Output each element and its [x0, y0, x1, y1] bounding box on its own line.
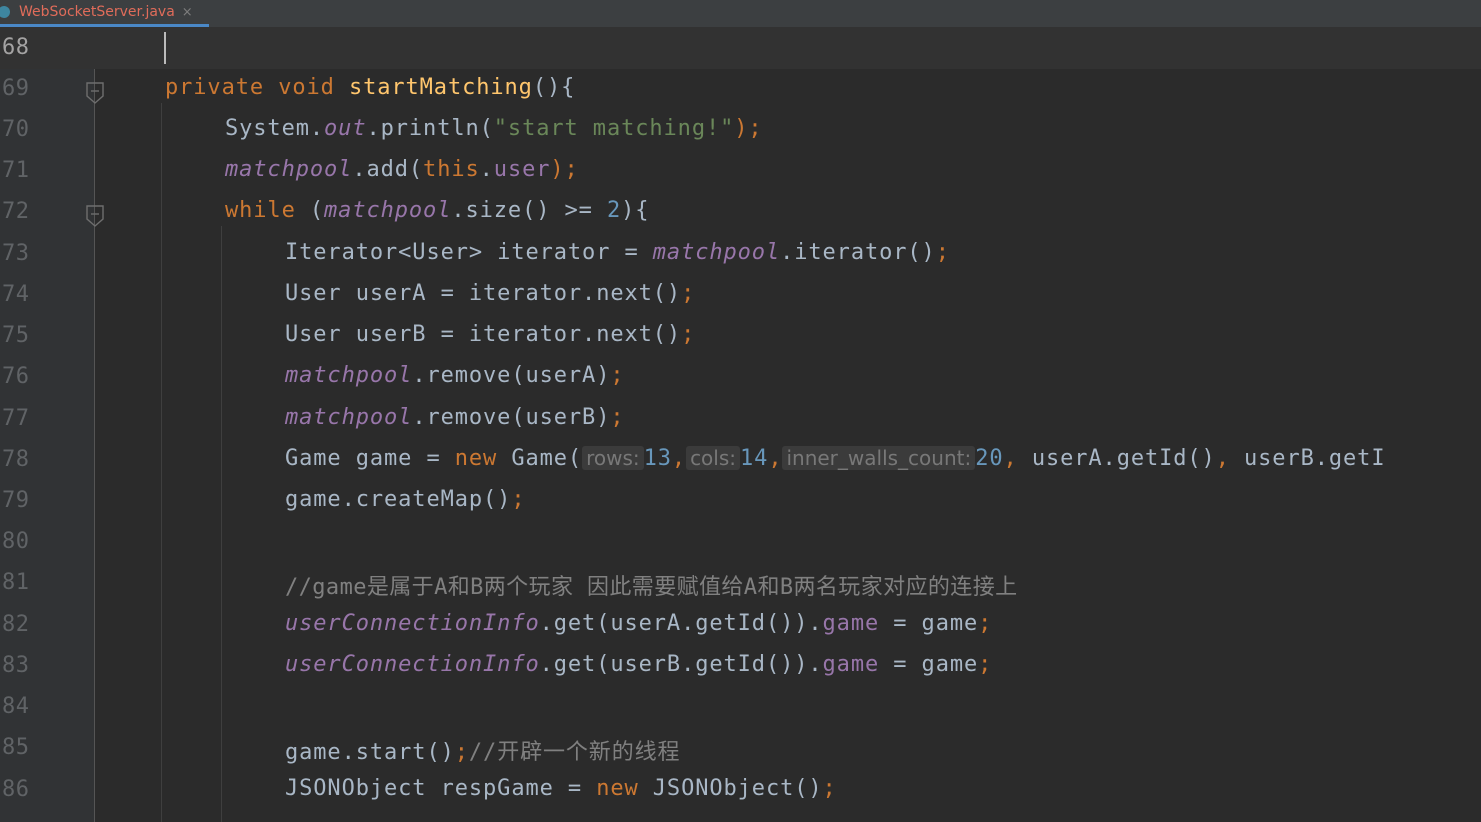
line-number: 77	[2, 406, 30, 431]
code-text: game.start();//开辟一个新的线程	[285, 740, 681, 765]
line-number: 68	[2, 35, 30, 60]
editor-tab-bar: WebSocketServer.java ×	[0, 0, 1481, 28]
code-line[interactable]: 77 matchpool.remove(userB);	[0, 399, 1481, 440]
code-text: while (matchpool.size() >= 2){	[225, 198, 650, 223]
line-number: 83	[2, 653, 30, 678]
code-line[interactable]: 79 game.createMap();	[0, 481, 1481, 522]
file-tab-websocketserver[interactable]: WebSocketServer.java ×	[0, 0, 209, 27]
code-line[interactable]: 86 JSONObject respGame = new JSONObject(…	[0, 770, 1481, 811]
code-line[interactable]: 69 private void startMatching(){	[0, 69, 1481, 110]
fold-collapse-icon[interactable]	[86, 205, 104, 227]
code-text: matchpool.remove(userB);	[285, 405, 625, 430]
line-number: 72	[2, 199, 30, 224]
tab-label: WebSocketServer.java	[19, 4, 175, 20]
line-number: 71	[2, 158, 30, 183]
code-text: User userA = iterator.next();	[285, 281, 696, 306]
code-line[interactable]: 73 Iterator<User> iterator = matchpool.i…	[0, 234, 1481, 275]
java-class-icon	[0, 6, 10, 18]
code-editor[interactable]: 68 69 private void startMatching(){ 70 S…	[0, 28, 1481, 822]
line-number: 76	[2, 364, 30, 389]
code-text: System.out.println("start matching!");	[225, 116, 763, 141]
code-text: Game game = new Game(rows: 13, cols: 14, inn…	[285, 446, 1386, 471]
param-hint-cols: cols:	[686, 446, 741, 470]
code-line[interactable]: 74 User userA = iterator.next();	[0, 275, 1481, 316]
text-caret	[164, 32, 166, 64]
line-number: 73	[2, 241, 30, 266]
line-number: 79	[2, 488, 30, 513]
code-comment: //game是属于A和B两个玩家 因此需要赋值给A和B两名玩家对应的连接上	[285, 575, 1018, 600]
fold-collapse-icon[interactable]	[86, 82, 104, 104]
line-number: 75	[2, 323, 30, 348]
line-number: 85	[2, 735, 30, 760]
code-line[interactable]: 70 System.out.println("start matching!")…	[0, 110, 1481, 151]
indent-guide	[161, 103, 162, 822]
code-line[interactable]: 78 Game game = new Game(rows: 13, cols: 14,…	[0, 440, 1481, 481]
code-line[interactable]: 82 userConnectionInfo.get(userA.getId())…	[0, 605, 1481, 646]
code-line[interactable]: 84	[0, 687, 1481, 728]
code-line[interactable]: 81 //game是属于A和B两个玩家 因此需要赋值给A和B两名玩家对应的连接上	[0, 563, 1481, 604]
code-text: JSONObject respGame = new JSONObject();	[285, 776, 837, 801]
code-line[interactable]: 68	[0, 28, 1481, 69]
line-number: 81	[2, 570, 30, 595]
line-number: 80	[2, 529, 30, 554]
line-number: 82	[2, 612, 30, 637]
code-line[interactable]: 80	[0, 522, 1481, 563]
code-text: matchpool.add(this.user);	[225, 157, 579, 182]
line-number: 70	[2, 117, 30, 142]
code-line[interactable]: 83 userConnectionInfo.get(userB.getId())…	[0, 646, 1481, 687]
code-line[interactable]: 71 matchpool.add(this.user);	[0, 151, 1481, 192]
code-line[interactable]: 85 game.start();//开辟一个新的线程	[0, 728, 1481, 769]
indent-guide	[221, 226, 222, 822]
code-text: game.createMap();	[285, 487, 526, 512]
line-number: 86	[2, 777, 30, 802]
param-hint-inner-walls: inner_walls_count:	[782, 446, 976, 470]
code-line[interactable]: 76 matchpool.remove(userA);	[0, 357, 1481, 398]
param-hint-rows: rows:	[582, 446, 644, 470]
code-line[interactable]: 72 while (matchpool.size() >= 2){	[0, 192, 1481, 233]
close-tab-icon[interactable]: ×	[182, 5, 193, 20]
code-text: userConnectionInfo.get(userB.getId()).ga…	[285, 652, 993, 677]
code-text: private void startMatching(){	[165, 75, 576, 100]
line-number: 78	[2, 447, 30, 472]
code-line[interactable]: 75 User userB = iterator.next();	[0, 316, 1481, 357]
code-text: userConnectionInfo.get(userA.getId()).ga…	[285, 611, 993, 636]
code-text: Iterator<User> iterator = matchpool.iter…	[285, 240, 950, 265]
code-text: User userB = iterator.next();	[285, 322, 696, 347]
code-text: matchpool.remove(userA);	[285, 363, 625, 388]
line-number: 84	[2, 694, 30, 719]
line-number: 69	[2, 76, 30, 101]
line-number: 74	[2, 282, 30, 307]
